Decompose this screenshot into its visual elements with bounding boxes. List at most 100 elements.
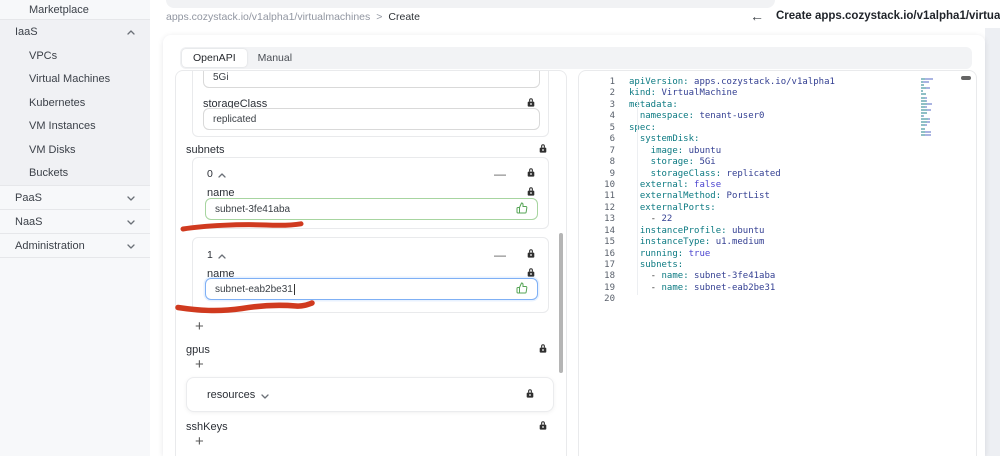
yaml-line: 19 - name: subnet-eab2be31 <box>579 283 976 294</box>
yaml-line: 11 externalMethod: PortList <box>579 191 976 202</box>
subnet-item-0: 0 — name subnet-3fe41aba <box>192 157 549 229</box>
sidebar-section-administration[interactable]: Administration <box>0 234 150 258</box>
sidebar-item-kubernetes[interactable]: Kubernetes <box>0 91 150 115</box>
chevron-down-icon <box>127 192 135 204</box>
tab-manual[interactable]: Manual <box>247 49 303 67</box>
add-subnet-button[interactable]: + <box>195 319 204 334</box>
form-scrollbar-thumb[interactable] <box>559 233 563 373</box>
resources-expander[interactable]: resources <box>186 377 554 412</box>
storageclass-input[interactable]: replicated <box>203 108 540 130</box>
add-sshkey-button[interactable]: + <box>195 434 204 449</box>
line-number: 4 <box>609 111 615 122</box>
line-number: 12 <box>604 202 615 213</box>
yaml-line: 13 - 22 <box>579 214 976 225</box>
add-gpu-button[interactable]: + <box>195 357 204 372</box>
yaml-line: 3 metadata: <box>579 100 976 111</box>
chevron-up-icon <box>127 26 135 38</box>
storage-input[interactable]: 5Gi <box>203 71 540 88</box>
tab-openapi[interactable]: OpenAPI <box>182 49 247 67</box>
sidebar-section-naas[interactable]: NaaS <box>0 210 150 234</box>
lock-icon[interactable] <box>525 386 535 404</box>
breadcrumb-separator: > <box>376 11 383 23</box>
indent-guide <box>637 99 638 295</box>
line-number: 14 <box>604 225 615 236</box>
sidebar-section-label: Administration <box>15 239 85 252</box>
lock-icon[interactable] <box>526 165 536 183</box>
yaml-line: 16 running: true <box>579 249 976 260</box>
yaml-line: 14 instanceProfile: ubuntu <box>579 226 976 237</box>
sidebar-item-label: Virtual Machines <box>29 73 111 86</box>
subnet-item-1-header[interactable]: 1 — <box>207 246 536 264</box>
sidebar-item-vpcs[interactable]: VPCs <box>0 44 150 68</box>
yaml-line: 17 subnets: <box>579 260 976 271</box>
sidebar: Marketplace IaaS VPCs Virtual Machines Kuber… <box>0 0 150 456</box>
chevron-down-icon <box>127 216 135 228</box>
remove-item-icon[interactable]: — <box>494 249 506 261</box>
sidebar-section-label: IaaS <box>15 26 38 38</box>
line-number: 18 <box>604 271 615 282</box>
breadcrumb: apps.cozystack.io/v1alpha1/virtualmachin… <box>166 11 420 23</box>
line-number: 17 <box>604 260 615 270</box>
sidebar-item-vm-disks[interactable]: VM Disks <box>0 138 150 162</box>
line-number: 11 <box>604 191 615 202</box>
collapse-chevron-icon[interactable] <box>218 246 226 264</box>
chevron-down-icon <box>127 240 135 252</box>
remove-item-icon[interactable]: — <box>494 168 506 180</box>
sidebar-item-label: Marketplace <box>29 3 89 16</box>
yaml-line: 20 <box>579 294 976 305</box>
subnet-item-index: 1 <box>207 249 213 261</box>
editor-scrollbar-thumb[interactable] <box>961 76 971 80</box>
resources-label: resources <box>207 388 256 401</box>
subnet-0-name-value: subnet-3fe41aba <box>215 203 291 215</box>
line-number: 13 <box>604 214 615 225</box>
subnet-item-0-header[interactable]: 0 — <box>207 165 536 183</box>
yaml-line: 10 external: false <box>579 180 976 191</box>
lock-icon[interactable] <box>538 341 548 359</box>
drawer-header: ← Create apps.cozystack.io/v1alpha1/virt… <box>750 9 1000 23</box>
yaml-editor[interactable]: 1 apiVersion: apps.cozystack.io/v1alpha1 2… <box>578 70 977 456</box>
drawer-title: Create apps.cozystack.io/v1alpha1/virtua… <box>776 10 1000 22</box>
sidebar-item-marketplace[interactable]: Marketplace <box>0 0 150 20</box>
valid-thumbs-up-icon <box>516 201 528 217</box>
subnet-0-name-input[interactable]: subnet-3fe41aba <box>205 198 538 220</box>
lock-icon[interactable] <box>538 418 548 436</box>
yaml-line: 8 storage: 5Gi <box>579 157 976 168</box>
back-arrow-icon[interactable]: ← <box>750 9 764 23</box>
sidebar-section-iaas[interactable]: IaaS <box>0 20 150 44</box>
yaml-line: 7 image: ubuntu <box>579 146 976 157</box>
sidebar-section-label: NaaS <box>15 215 43 228</box>
sidebar-item-label: Kubernetes <box>29 96 86 109</box>
yaml-line: 1 apiVersion: apps.cozystack.io/v1alpha1 <box>579 77 976 88</box>
expand-chevron-icon <box>261 386 269 404</box>
subnet-item-index: 0 <box>207 168 213 180</box>
yaml-code: 1 apiVersion: apps.cozystack.io/v1alpha1 2… <box>579 77 976 306</box>
breadcrumb-resource-link[interactable]: apps.cozystack.io/v1alpha1/virtualmachin… <box>166 11 370 23</box>
storage-input-value: 5Gi <box>213 71 229 83</box>
subnet-1-name-input[interactable]: subnet-eab2be31 <box>205 278 538 300</box>
sidebar-section-label: PaaS <box>15 191 42 204</box>
line-number: 8 <box>609 157 615 168</box>
sidebar-section-paas[interactable]: PaaS <box>0 186 150 210</box>
page-background <box>985 28 1000 456</box>
sidebar-item-vm-instances[interactable]: VM Instances <box>0 115 150 139</box>
line-number: 10 <box>604 179 615 190</box>
yaml-line: 2 kind: VirtualMachine <box>579 88 976 99</box>
systemdisk-group: 5Gi storageClass replicated <box>192 71 549 137</box>
yaml-line: 9 storageClass: replicated <box>579 169 976 180</box>
editor-minimap <box>921 78 939 140</box>
yaml-line: 18 - name: subnet-3fe41aba <box>579 271 976 282</box>
line-number: 3 <box>609 99 615 110</box>
subnet-item-1: 1 — name subnet-eab2be31 <box>192 237 549 313</box>
line-number: 20 <box>604 294 615 305</box>
line-number: 2 <box>609 88 615 99</box>
sidebar-item-label: Buckets <box>29 167 69 180</box>
page-toolbar-remnant <box>166 0 775 8</box>
sidebar-item-buckets[interactable]: Buckets <box>0 162 150 186</box>
yaml-line: 15 instanceType: u1.medium <box>579 237 976 248</box>
line-number: 16 <box>604 248 615 259</box>
sidebar-item-virtual-machines[interactable]: Virtual Machines <box>0 68 150 92</box>
collapse-chevron-icon[interactable] <box>218 165 226 183</box>
lock-icon[interactable] <box>526 246 536 264</box>
sidebar-item-label: VM Instances <box>29 120 96 133</box>
sshkeys-label: sshKeys <box>186 421 228 433</box>
